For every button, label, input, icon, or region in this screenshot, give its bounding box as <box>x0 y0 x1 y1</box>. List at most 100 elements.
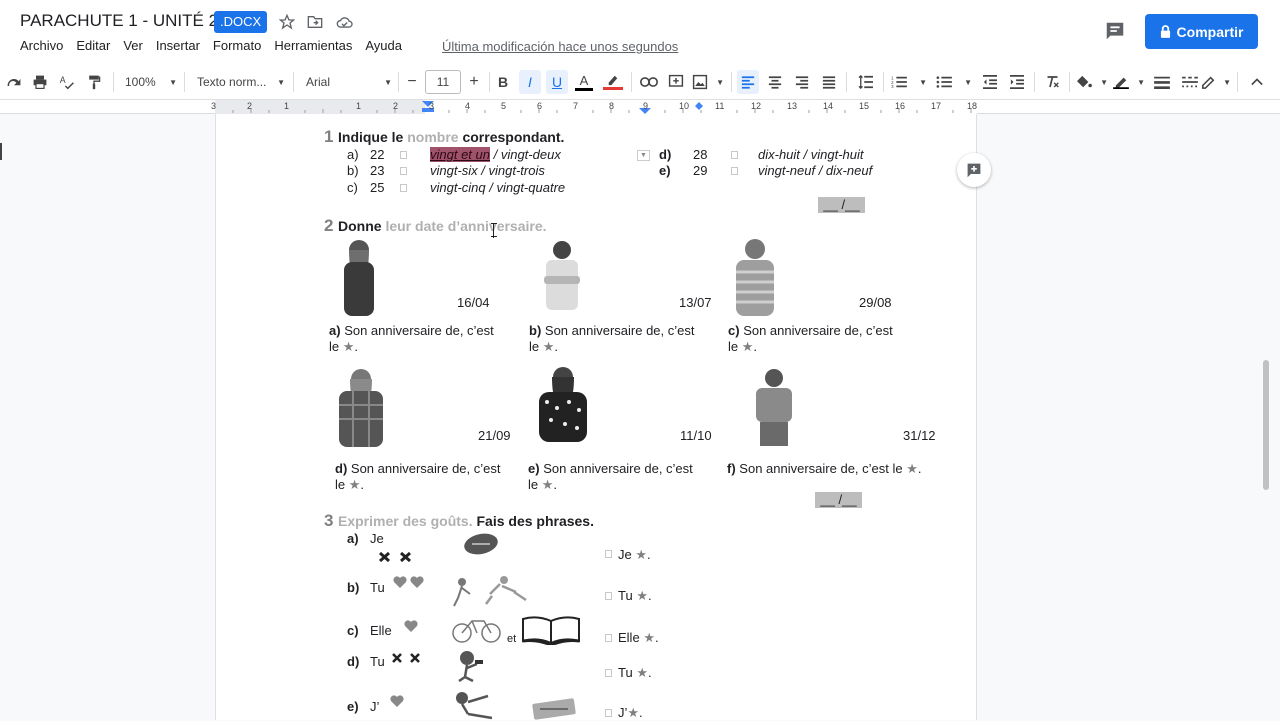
answer-checkbox[interactable] <box>605 550 612 558</box>
align-center-icon[interactable] <box>764 70 786 94</box>
answer-checkbox[interactable] <box>605 592 612 600</box>
answer-checkbox[interactable] <box>400 167 407 175</box>
item-number: 28 <box>693 147 708 162</box>
sentence-text: Son anniversaire de, c’est <box>543 461 693 476</box>
item-letter: a) <box>347 147 359 162</box>
align-right-icon[interactable] <box>791 70 813 94</box>
add-comment-button[interactable] <box>957 153 991 187</box>
document-title[interactable]: PARACHUTE 1 - UNITÉ 2 <box>20 11 218 31</box>
add-comment-icon <box>967 163 981 178</box>
border-color-button[interactable]: ▼ <box>1113 70 1145 94</box>
sentence-text: Son anniversaire de, c’est <box>344 323 494 338</box>
line-spacing-icon[interactable] <box>855 70 877 94</box>
sentence-dot: . <box>647 588 652 603</box>
numbered-list-button[interactable]: 123 ▼ <box>891 70 927 94</box>
answer-checkbox[interactable] <box>731 151 738 159</box>
title-part: leur date d’anniversaire. <box>385 218 547 234</box>
item-letter: a) <box>329 323 341 338</box>
paragraph-style-select[interactable]: Texto norm... ▼ <box>193 70 285 94</box>
clear-formatting-icon[interactable] <box>1041 70 1063 94</box>
ruler-number: 6 <box>537 101 543 111</box>
birthday-sentence: c) Son anniversaire de, c’est <box>728 323 893 338</box>
answer-checkbox[interactable] <box>605 709 612 717</box>
answer-checkbox[interactable] <box>400 151 407 159</box>
left-edge-marker <box>0 143 2 160</box>
menu-herramientas[interactable]: Herramientas <box>274 38 352 56</box>
share-button[interactable]: Compartir <box>1145 14 1258 49</box>
answer-checkbox[interactable] <box>605 669 612 677</box>
sentence-text: le <box>529 339 540 354</box>
star-icon[interactable] <box>277 12 297 32</box>
increase-indent-icon[interactable] <box>1006 70 1028 94</box>
insert-image-button[interactable]: ▼ <box>692 70 724 94</box>
text-color-letter: A <box>579 72 589 88</box>
spellcheck-icon[interactable]: A <box>57 70 77 94</box>
hide-menus-icon[interactable] <box>1246 70 1268 94</box>
menu-ayuda[interactable]: Ayuda <box>365 38 402 56</box>
bold-button[interactable]: B <box>493 70 513 94</box>
menu-ver[interactable]: Ver <box>123 38 143 56</box>
ruler[interactable]: 3 2 1 1 2 3 4 5 6 7 8 9 10 11 12 13 14 1… <box>0 100 1280 114</box>
dropdown-chevron-icon[interactable]: ▼ <box>637 150 650 161</box>
last-edit-link[interactable]: Última modificación hace unos segundos <box>442 39 678 54</box>
border-width-icon[interactable] <box>1151 70 1173 94</box>
highlight-swatch <box>603 87 623 90</box>
underline-button[interactable]: U <box>546 70 568 94</box>
bulleted-list-button[interactable]: ▼ <box>936 70 972 94</box>
ruler-number: 13 <box>787 101 798 111</box>
align-left-icon[interactable] <box>737 70 759 94</box>
item-letter: d) <box>347 654 360 669</box>
answer-checkbox[interactable] <box>731 167 738 175</box>
increase-font-size-button[interactable]: + <box>463 70 485 94</box>
answer-text: vingt et un / vingt-deux <box>430 147 561 162</box>
ruler-number: 2 <box>393 101 399 111</box>
football-icon <box>464 533 498 555</box>
menu-formato[interactable]: Formato <box>213 38 261 56</box>
paint-format-icon[interactable] <box>84 70 104 94</box>
paint-bucket-icon <box>1077 75 1092 88</box>
cloud-status-icon[interactable] <box>334 12 354 32</box>
zoom-select[interactable]: 100% ▼ <box>121 70 177 94</box>
birthday-sentence: b) Son anniversaire de, c’est <box>529 323 695 338</box>
decrease-font-size-button[interactable]: − <box>401 70 423 94</box>
add-comment-icon[interactable] <box>666 70 686 94</box>
decrease-indent-icon[interactable] <box>979 70 1001 94</box>
comments-icon[interactable] <box>1104 20 1128 44</box>
italic-button[interactable]: I <box>519 70 541 94</box>
print-icon[interactable] <box>30 70 50 94</box>
sentence-dot: . <box>360 477 365 492</box>
menu-archivo[interactable]: Archivo <box>20 38 63 56</box>
redo-icon[interactable] <box>4 70 24 94</box>
answer-checkbox[interactable] <box>605 634 612 642</box>
ruler-number: 15 <box>859 101 870 111</box>
link-icon[interactable] <box>639 70 659 94</box>
highlight-color-button[interactable] <box>602 70 624 94</box>
share-label: Compartir <box>1176 23 1244 40</box>
fill-color-button[interactable]: ▼ <box>1076 70 1108 94</box>
answer-sentence: Tu ★. <box>618 588 652 604</box>
ruler-number: 2 <box>247 101 253 111</box>
ruler-number: 10 <box>679 101 690 111</box>
answer-subject: Elle <box>618 630 640 645</box>
sentence-dot: . <box>647 547 651 562</box>
title-part: Indique le <box>338 129 408 145</box>
font-size-input[interactable]: 11 <box>425 70 461 94</box>
vertical-scrollbar[interactable] <box>1263 360 1269 490</box>
sentence-text: Son anniversaire de, c’est <box>743 323 893 338</box>
editing-mode-button[interactable]: ▼ <box>1201 70 1231 94</box>
highlighter-icon <box>608 75 618 86</box>
text-color-button[interactable]: A <box>574 70 594 94</box>
highlighted-answer: vingt et un <box>430 147 490 162</box>
border-dash-icon[interactable] <box>1179 70 1201 94</box>
docx-badge: .DOCX <box>214 11 268 33</box>
star-icon: ★ <box>906 461 918 476</box>
answer-checkbox[interactable] <box>400 184 407 192</box>
menu-insertar[interactable]: Insertar <box>156 38 200 56</box>
birthday-sentence-end: le ★. <box>728 339 757 355</box>
answer-subject: Tu <box>618 588 633 603</box>
move-folder-icon[interactable] <box>305 12 325 32</box>
item-letter: d) <box>659 147 672 162</box>
font-family-select[interactable]: Arial ▼ <box>302 70 392 94</box>
menu-editar[interactable]: Editar <box>76 38 110 56</box>
justify-icon[interactable] <box>818 70 840 94</box>
